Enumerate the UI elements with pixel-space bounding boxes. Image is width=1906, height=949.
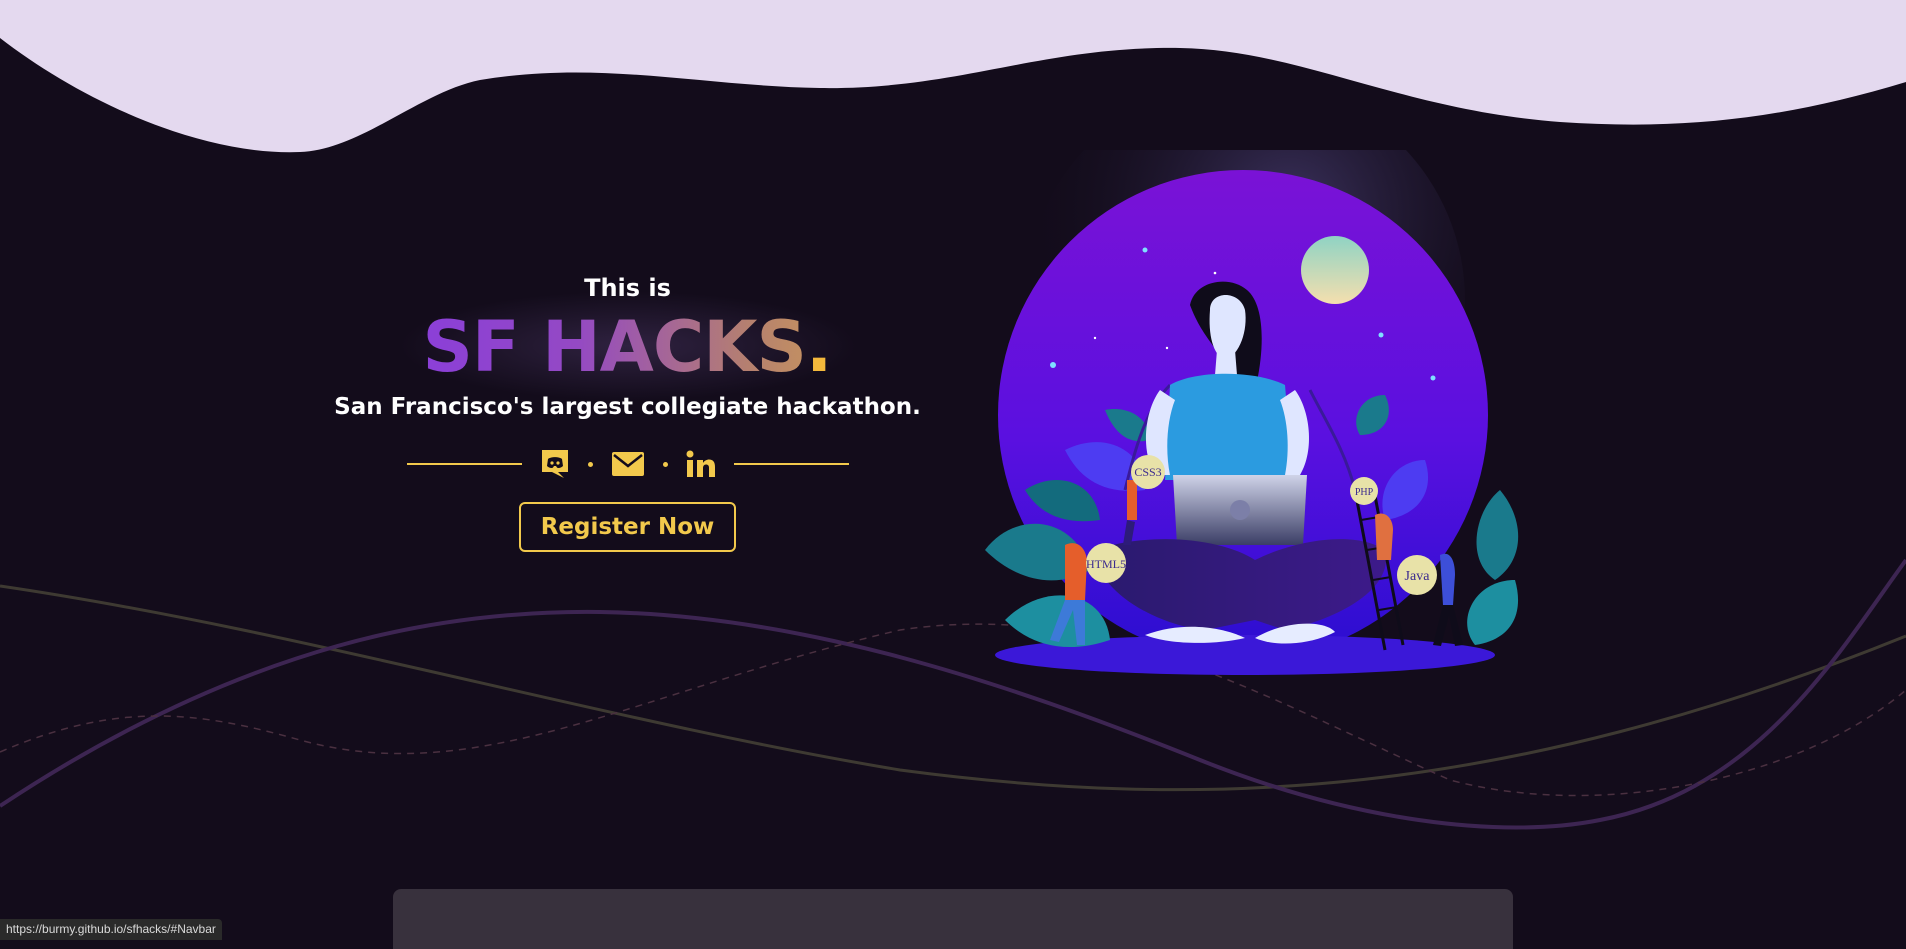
social-links: [300, 448, 955, 480]
mail-icon[interactable]: [611, 451, 645, 477]
hero-title-text: SF HACKS: [422, 306, 807, 388]
css3-tag: CSS3: [1134, 465, 1161, 479]
hero-title: SF HACKS.: [300, 291, 955, 401]
linkedin-icon[interactable]: [686, 450, 716, 478]
separator-dot: [587, 461, 593, 467]
html5-tag: HTML5: [1086, 557, 1126, 571]
background-curves: [0, 558, 1906, 830]
hero-title-dot: .: [805, 306, 833, 388]
separator-dot: [662, 461, 668, 467]
php-tag: PHP: [1355, 487, 1374, 498]
top-wave: [0, 0, 1906, 153]
content-card: [393, 889, 1513, 949]
java-tag: Java: [1405, 569, 1431, 584]
hero-section: This is SF HACKS. San Francisco's larges…: [300, 270, 955, 552]
status-bar-url: https://burmy.github.io/sfhacks/#Navbar: [0, 919, 222, 940]
discord-icon[interactable]: [540, 448, 570, 480]
divider-right: [733, 463, 849, 465]
divider-left: [406, 463, 522, 465]
hero-illustration: CSS3 PHP HTML5 Java: [985, 150, 1519, 675]
register-now-button[interactable]: Register Now: [518, 502, 737, 552]
